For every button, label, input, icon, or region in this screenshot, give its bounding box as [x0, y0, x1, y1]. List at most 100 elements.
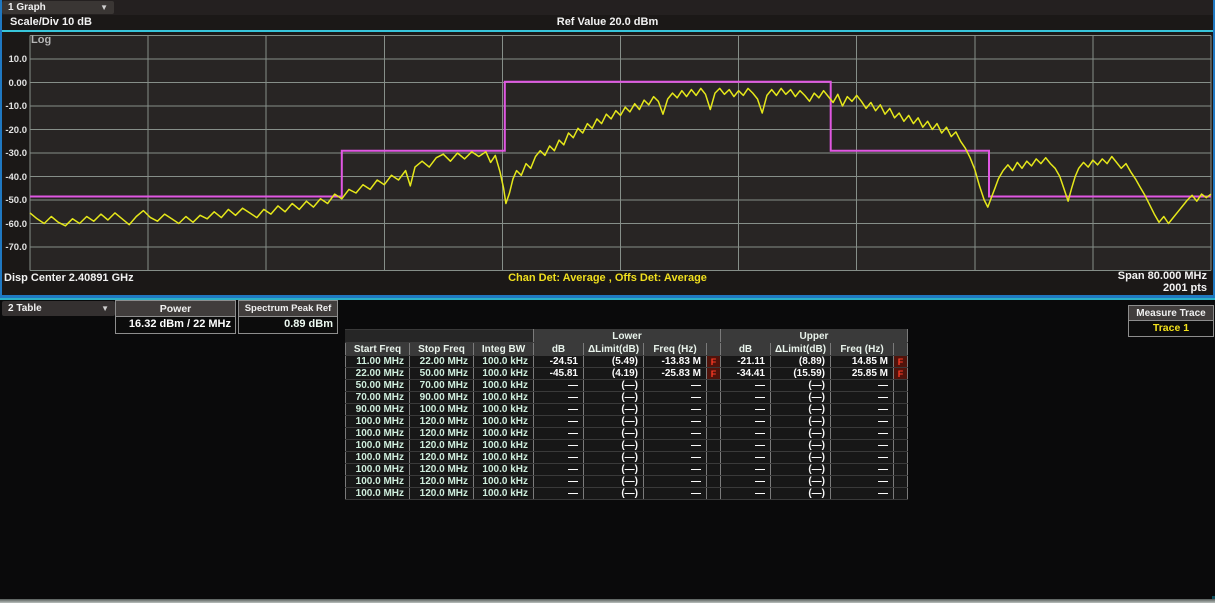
- table-cell: [894, 476, 908, 488]
- table-row: 90.00 MHz100.0 MHz100.0 kHz—(—)——(—)—: [346, 404, 908, 416]
- table-row: 11.00 MHz22.00 MHz100.0 kHz-24.51(5.49)-…: [346, 356, 908, 368]
- table-window-selector[interactable]: 2 Table ▼: [2, 301, 115, 316]
- table-header-cell: ΔLimit(dB): [584, 343, 644, 356]
- table-cell: 120.0 MHz: [410, 452, 474, 464]
- table-cell: [707, 488, 721, 500]
- table-cell: (—): [771, 392, 831, 404]
- graph-window-border-bottom: [0, 295, 1215, 298]
- table-cell: [894, 392, 908, 404]
- table-cell: 120.0 MHz: [410, 440, 474, 452]
- table-row: 100.0 MHz120.0 MHz100.0 kHz—(—)——(—)—: [346, 452, 908, 464]
- table-row: 100.0 MHz120.0 MHz100.0 kHz—(—)——(—)—: [346, 476, 908, 488]
- table-cell: (—): [584, 488, 644, 500]
- fail-flag: F: [894, 368, 908, 380]
- table-cell: 100.0 MHz: [346, 428, 410, 440]
- table-header-cell: dB: [534, 343, 584, 356]
- table-cell: 100.0 MHz: [346, 440, 410, 452]
- graph-window: 1 Graph ▼ Scale/Div 10 dB Ref Value 20.0…: [0, 0, 1215, 298]
- table-cell: 120.0 MHz: [410, 428, 474, 440]
- table-selector-label: 2 Table: [8, 303, 42, 314]
- y-axis-tick-label: -50.0: [0, 195, 27, 206]
- table-row: 100.0 MHz120.0 MHz100.0 kHz—(—)——(—)—: [346, 464, 908, 476]
- table-body: 11.00 MHz22.00 MHz100.0 kHz-24.51(5.49)-…: [346, 356, 908, 500]
- table-cell: 100.0 MHz: [346, 476, 410, 488]
- fail-flag: F: [707, 356, 721, 368]
- table-cell: -45.81: [534, 368, 584, 380]
- chevron-down-icon: ▼: [101, 304, 109, 313]
- table-cell: —: [831, 464, 894, 476]
- spectrum-peak-ref-readout: Spectrum Peak Ref 0.89 dBm: [238, 300, 338, 334]
- table-cell: —: [721, 488, 771, 500]
- table-cell: 90.00 MHz: [410, 392, 474, 404]
- table-cell: 50.00 MHz: [346, 380, 410, 392]
- span-label: Span 80.000 MHz: [1118, 270, 1207, 282]
- table-cell: -13.83 M: [644, 356, 707, 368]
- table-cell: —: [721, 392, 771, 404]
- table-cell: 120.0 MHz: [410, 476, 474, 488]
- table-header-cell: Start Freq: [346, 343, 410, 356]
- table-cell: (—): [584, 476, 644, 488]
- table-cell: (—): [771, 464, 831, 476]
- y-axis-tick-label: 0.00: [0, 78, 27, 89]
- fail-flag: F: [894, 356, 908, 368]
- plot-area[interactable]: [0, 0, 1215, 300]
- table-cell: —: [831, 440, 894, 452]
- measure-trace-button[interactable]: Measure Trace Trace 1: [1128, 305, 1214, 337]
- table-cell: 25.85 M: [831, 368, 894, 380]
- table-cell: —: [644, 392, 707, 404]
- table-cell: (4.19): [584, 368, 644, 380]
- table-cell: [894, 404, 908, 416]
- table-cell: —: [534, 392, 584, 404]
- table-cell: —: [831, 416, 894, 428]
- table-cell: [894, 452, 908, 464]
- y-axis-tick-label: -10.0: [0, 101, 27, 112]
- table-cell: 90.00 MHz: [346, 404, 410, 416]
- table-cell: 70.00 MHz: [346, 392, 410, 404]
- table-cell: —: [721, 452, 771, 464]
- table-cell: 100.0 kHz: [474, 392, 534, 404]
- table-cell: [707, 380, 721, 392]
- table-cell: —: [831, 404, 894, 416]
- table-cell: 70.00 MHz: [410, 380, 474, 392]
- table-cell: (—): [584, 404, 644, 416]
- table-row: 100.0 MHz120.0 MHz100.0 kHz—(—)——(—)—: [346, 416, 908, 428]
- table-cell: —: [534, 440, 584, 452]
- table-header-cell: Freq (Hz): [644, 343, 707, 356]
- table-cell: —: [721, 476, 771, 488]
- table-cell: 100.0 kHz: [474, 428, 534, 440]
- table-cell: [707, 476, 721, 488]
- table-row: 50.00 MHz70.00 MHz100.0 kHz—(—)——(—)—: [346, 380, 908, 392]
- table-cell: 11.00 MHz: [346, 356, 410, 368]
- table-cell: —: [721, 428, 771, 440]
- sweep-points-label: 2001 pts: [1163, 282, 1207, 294]
- table-cell: —: [534, 428, 584, 440]
- table-cell: —: [721, 464, 771, 476]
- table-column-header-row: Start FreqStop FreqInteg BWdBΔLimit(dB)F…: [346, 343, 908, 356]
- spectrum-analyzer-screen: 1 Graph ▼ Scale/Div 10 dB Ref Value 20.0…: [0, 0, 1215, 603]
- table-cell: (5.49): [584, 356, 644, 368]
- table-header-cell: [894, 343, 908, 356]
- table-cell: 120.0 MHz: [410, 464, 474, 476]
- table-cell: —: [644, 428, 707, 440]
- table-cell: (—): [584, 428, 644, 440]
- table-cell: 100.0 kHz: [474, 404, 534, 416]
- table-cell: (—): [584, 380, 644, 392]
- table-cell: 100.0 kHz: [474, 440, 534, 452]
- y-axis-tick-label: -60.0: [0, 219, 27, 230]
- table-header-cell: Lower: [534, 330, 721, 343]
- table-cell: (—): [771, 380, 831, 392]
- table-cell: —: [831, 428, 894, 440]
- table-cell: 100.0 MHz: [346, 452, 410, 464]
- table-cell: 100.0 MHz: [346, 488, 410, 500]
- table-header-cell: Upper: [721, 330, 908, 343]
- log-scale-label: Log: [31, 34, 51, 46]
- table-cell: (15.59): [771, 368, 831, 380]
- table-cell: (—): [771, 452, 831, 464]
- table-cell: [707, 404, 721, 416]
- table-cell: 50.00 MHz: [410, 368, 474, 380]
- table-cell: 100.0 kHz: [474, 356, 534, 368]
- table-cell: —: [644, 440, 707, 452]
- table-cell: (—): [584, 416, 644, 428]
- table-cell: [707, 416, 721, 428]
- table-cell: [707, 452, 721, 464]
